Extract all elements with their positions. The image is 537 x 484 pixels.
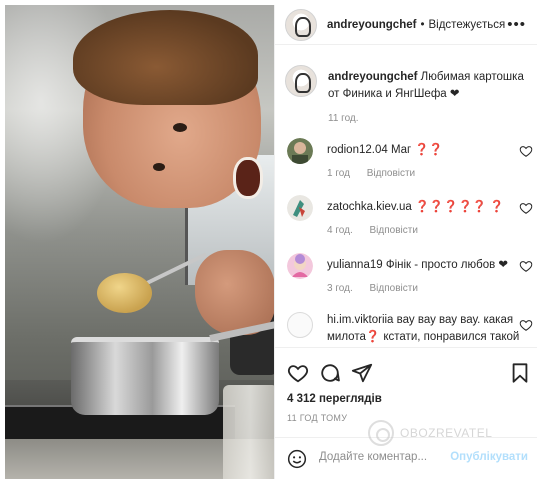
reply-button[interactable]: Відповісти	[367, 168, 415, 179]
potato	[97, 273, 152, 313]
comment-meta: 3 год. Відповісти	[327, 283, 432, 294]
follow-status-button[interactable]: Відстежується	[429, 19, 506, 31]
comment-meta: 1 год Відповісти	[327, 168, 429, 179]
caption-text: andreyoungchef Любимая картошка от Финик…	[328, 69, 533, 103]
comment-text: rodion12.04 Маг ❓❓	[327, 142, 507, 159]
avatar[interactable]	[287, 312, 313, 338]
reply-button[interactable]: Відповісти	[370, 283, 418, 294]
caption-time: 11 год.	[328, 113, 359, 124]
heart-icon[interactable]	[519, 318, 533, 332]
comment-body: ❓❓❓❓❓ ❓	[415, 201, 505, 213]
comment-time: 1 год	[327, 168, 350, 179]
eye	[173, 123, 187, 132]
post-timestamp: 11 ГОД ТОМУ	[287, 413, 348, 423]
smile-icon[interactable]	[287, 449, 307, 469]
saucepan	[71, 337, 219, 415]
heart-icon[interactable]	[519, 144, 533, 158]
bookmark-icon[interactable]	[509, 362, 531, 384]
reply-button[interactable]: Відповісти	[370, 225, 418, 236]
watermark-text: OBOZREVATEL	[400, 426, 493, 440]
action-bar	[275, 347, 537, 397]
avatar[interactable]	[287, 195, 313, 221]
comment-text: hi.im.viktoriia вау вау вау вау. какая м…	[327, 312, 527, 346]
caption-username[interactable]: andreyoungchef	[328, 71, 417, 83]
comment-time: 4 год.	[327, 225, 353, 236]
jar	[223, 385, 274, 479]
comment-username[interactable]: yulianna19	[327, 259, 383, 271]
eye	[153, 163, 165, 171]
comment-username[interactable]: rodion12.04	[327, 144, 388, 156]
avatar[interactable]	[285, 8, 317, 41]
post-details-panel: andreyoungchef • Відстежується ••• andre…	[274, 5, 537, 479]
more-dots-icon[interactable]: •••	[507, 16, 526, 33]
heart-icon[interactable]	[519, 201, 533, 215]
comment-text: zatochka.kiev.ua ❓❓❓❓❓ ❓	[327, 199, 507, 216]
heart-icon[interactable]	[287, 362, 309, 384]
avatar[interactable]	[285, 65, 317, 97]
smile-mouth	[233, 157, 263, 199]
post-header: andreyoungchef • Відстежується •••	[275, 5, 537, 45]
comment-time: 3 год.	[327, 283, 353, 294]
comment-body: Фінік - просто любов ❤	[385, 259, 509, 271]
comment-input[interactable]: Додайте коментар...	[319, 451, 427, 463]
watermark: OBOZREVATEL	[368, 416, 508, 450]
watermark-logo-icon	[368, 420, 394, 446]
share-icon[interactable]	[351, 362, 373, 384]
post-comment-button[interactable]: Опублікувати	[450, 451, 528, 463]
comment-icon[interactable]	[319, 362, 341, 384]
comment-body: Маг ❓❓	[390, 144, 444, 156]
comment-username[interactable]: zatochka.kiev.ua	[327, 201, 412, 213]
person-hair	[73, 10, 258, 105]
post-photo[interactable]	[5, 5, 274, 479]
hand	[195, 250, 274, 335]
separator-dot: •	[420, 18, 425, 31]
views-count[interactable]: 4 312 переглядів	[287, 393, 382, 405]
avatar[interactable]	[287, 138, 313, 164]
avatar[interactable]	[287, 253, 313, 279]
header-username[interactable]: andreyoungchef	[327, 19, 416, 31]
comment-username[interactable]: hi.im.viktoriia	[327, 314, 393, 326]
comment-meta: 4 год. Відповісти	[327, 225, 432, 236]
comment-text: yulianna19 Фінік - просто любов ❤	[327, 257, 509, 274]
heart-icon[interactable]	[519, 259, 533, 273]
